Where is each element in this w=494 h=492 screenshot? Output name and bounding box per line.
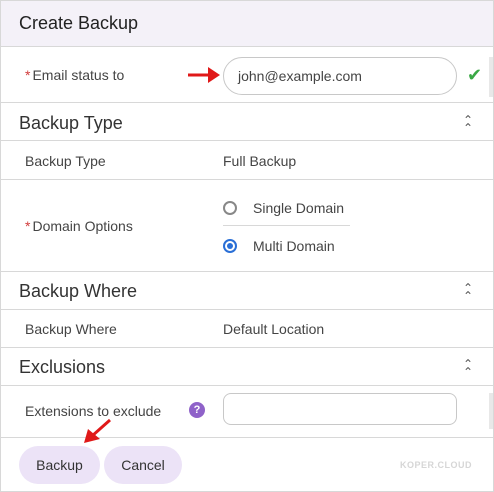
chevron-double-up-icon[interactable]: ⌃ ⌃ — [463, 358, 473, 378]
email-label-text: Email status to — [32, 67, 125, 83]
section-backup-type[interactable]: Backup Type ⌃ ⌃ — [1, 103, 493, 141]
extensions-textarea[interactable] — [223, 393, 457, 425]
annotation-arrow-icon — [84, 418, 111, 443]
dialog-title: Create Backup — [19, 13, 139, 33]
backup-button[interactable]: Backup — [19, 446, 100, 484]
domain-options-row: * Domain Options — [1, 180, 493, 272]
scrollbar-track[interactable] — [489, 393, 493, 429]
required-mark: * — [25, 67, 31, 83]
backup-where-label: Backup Where — [25, 321, 117, 337]
cancel-button[interactable]: Cancel — [104, 446, 182, 484]
radio-single-domain-label[interactable]: Single Domain — [253, 200, 344, 216]
create-backup-dialog: Create Backup * Email status to john@exam… — [0, 0, 494, 492]
annotation-arrow-icon — [188, 67, 220, 83]
backup-type-value: Full Backup — [223, 153, 297, 169]
radio-multi-domain-label[interactable]: Multi Domain — [253, 238, 335, 254]
backup-where-value: Default Location — [223, 321, 325, 337]
email-input[interactable]: john@example.com — [223, 57, 457, 95]
dialog-header: Create Backup — [1, 1, 493, 47]
backup-type-row: Backup Type Full Backup — [1, 141, 493, 180]
check-icon: ✔ — [467, 65, 483, 85]
radio-single-domain[interactable] — [223, 201, 237, 215]
section-title: Exclusions — [19, 357, 106, 377]
scrollbar-track[interactable] — [489, 57, 493, 97]
section-title: Backup Type — [19, 113, 123, 133]
brand-watermark: KOPER.CLOUD — [400, 460, 473, 470]
section-backup-where[interactable]: Backup Where ⌃ ⌃ — [1, 272, 493, 310]
domain-options-label-text: Domain Options — [32, 218, 133, 234]
radio-divider — [223, 225, 350, 226]
help-icon[interactable]: ? — [189, 402, 205, 418]
backup-type-label: Backup Type — [25, 153, 106, 169]
domain-options-label: * Domain Options — [25, 218, 133, 234]
section-exclusions[interactable]: Exclusions ⌃ ⌃ — [1, 348, 493, 386]
backup-where-row: Backup Where Default Location — [1, 310, 493, 348]
radio-multi-domain[interactable] — [223, 239, 237, 253]
chevron-double-up-icon[interactable]: ⌃ ⌃ — [463, 114, 473, 134]
section-title: Backup Where — [19, 281, 138, 301]
chevron-double-up-icon[interactable]: ⌃ ⌃ — [463, 282, 473, 302]
email-label: * Email status to — [25, 67, 124, 83]
required-mark: * — [25, 218, 31, 234]
